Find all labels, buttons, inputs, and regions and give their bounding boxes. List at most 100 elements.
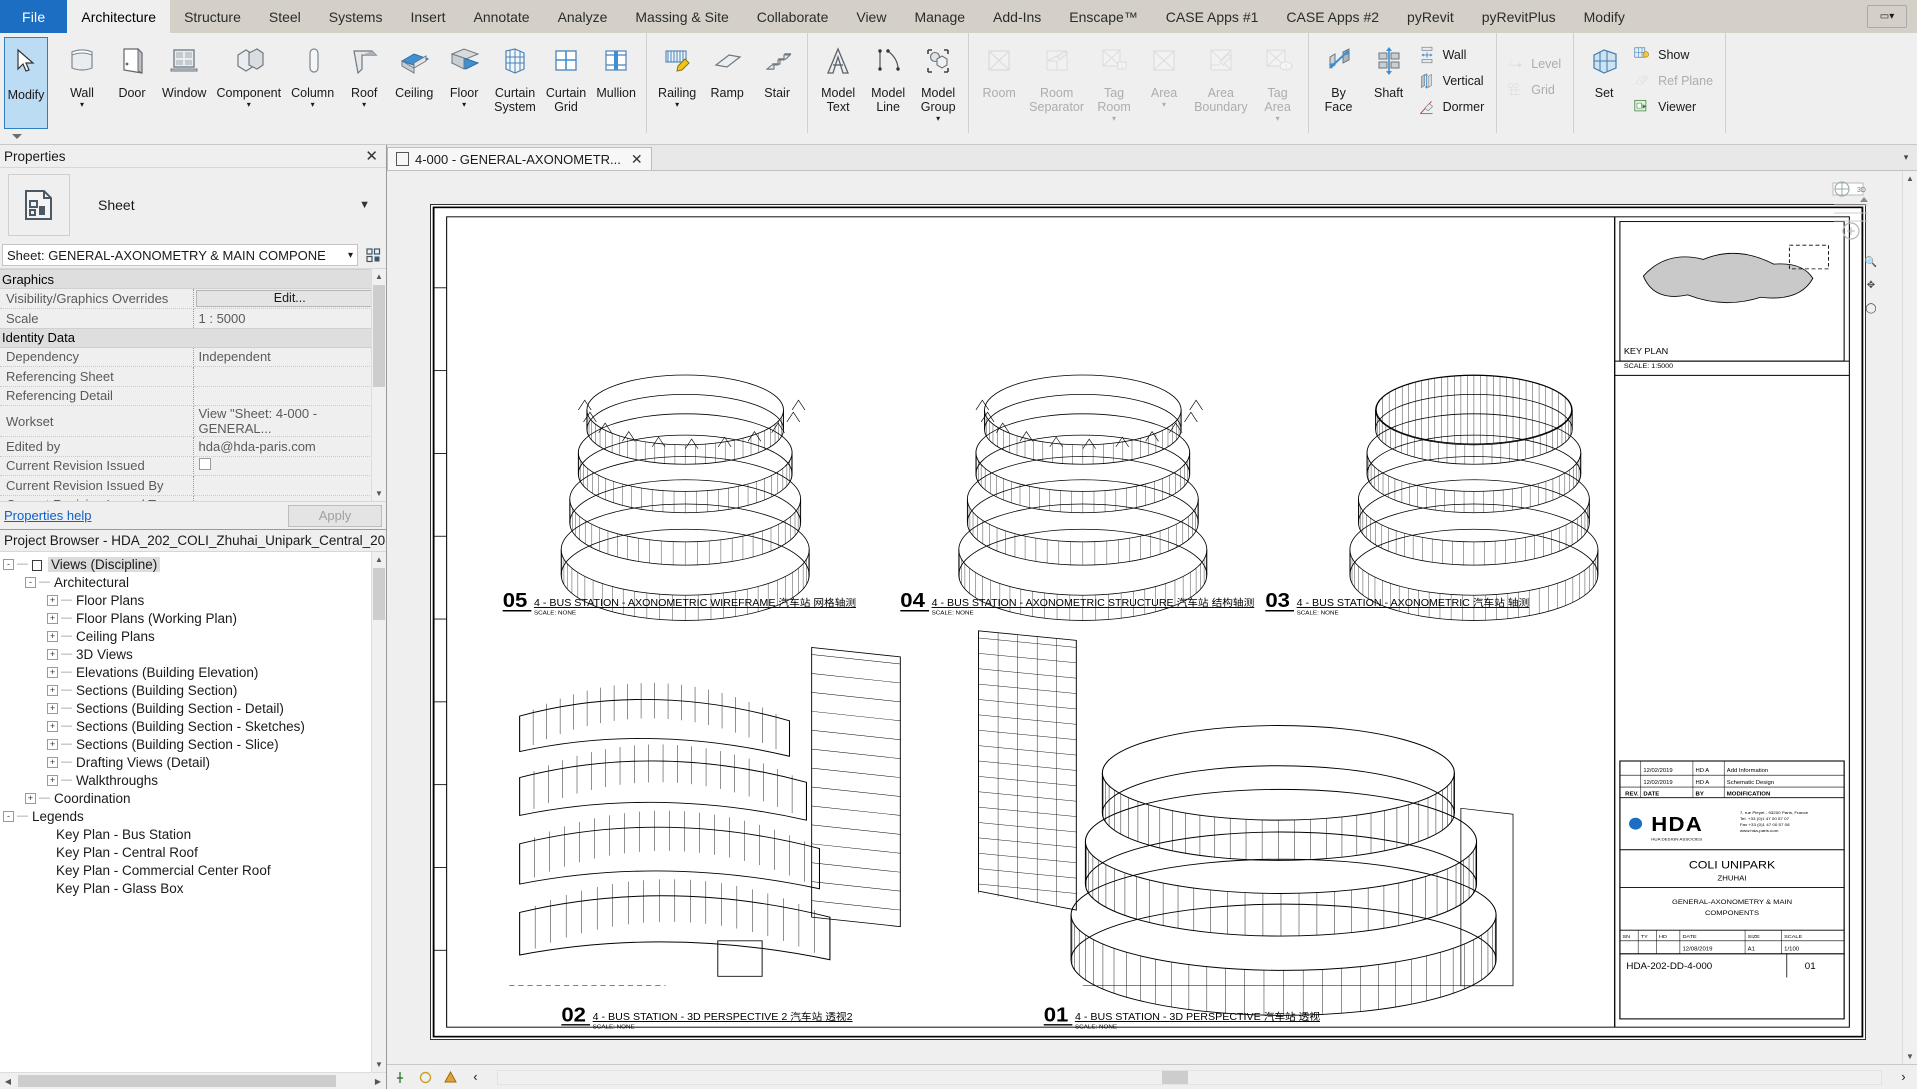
tree-node-elevations-building-elevation[interactable]: +—Elevations (Building Elevation)	[3, 663, 386, 681]
chevron-down-icon[interactable]: ▾	[1112, 115, 1116, 122]
menu-tab-add-ins[interactable]: Add-Ins	[979, 0, 1055, 33]
ribbon-button-ramp[interactable]: Ramp	[702, 37, 752, 100]
menu-tab-enscape[interactable]: Enscape™	[1055, 0, 1151, 33]
ribbon-button-window[interactable]: Window	[157, 37, 211, 100]
properties-row-value[interactable]	[193, 495, 386, 501]
view-tab-sheet-4-000[interactable]: 4-000 - GENERAL-AXONOMETR... ✕	[387, 147, 652, 170]
tree-node-legends[interactable]: -—Legends	[3, 807, 386, 825]
ribbon-collapse-strip[interactable]	[0, 132, 46, 144]
properties-scrollbar[interactable]: ▲ ▼	[371, 269, 386, 501]
canvas-vertical-scrollbar[interactable]: ▲ ▼	[1902, 171, 1917, 1064]
ribbon-button-model-line[interactable]: Model Line	[863, 37, 913, 114]
apply-button[interactable]: Apply	[288, 505, 382, 527]
expand-icon[interactable]: +	[47, 685, 58, 696]
type-selector[interactable]: Sheet: GENERAL-AXONOMETRY & MAIN COMPONE…	[2, 244, 358, 266]
chevron-down-icon[interactable]: ▾	[311, 101, 315, 108]
expand-icon[interactable]: +	[47, 667, 58, 678]
properties-row-value[interactable]	[193, 367, 386, 387]
menu-tab-annotate[interactable]: Annotate	[460, 0, 544, 33]
pb-hscroll-left-icon[interactable]: ◀	[0, 1077, 16, 1086]
ribbon-button-door[interactable]: Door	[107, 37, 157, 100]
tree-node-coordination[interactable]: +—Coordination	[3, 789, 386, 807]
pin-icon[interactable]	[393, 1070, 408, 1085]
pan-tool-icon[interactable]: ✥	[1860, 275, 1882, 295]
tree-node-sections-building-section-slice[interactable]: +—Sections (Building Section - Slice)	[3, 735, 386, 753]
status-right-arrow[interactable]: ›	[1896, 1070, 1911, 1085]
chevron-down-icon[interactable]: ▾	[80, 101, 84, 108]
sheet-canvas[interactable]: 054 - BUS STATION - AXONOMETRIC WIREFRAM…	[387, 171, 1902, 1064]
window-options-button[interactable]: ▭▾	[1867, 5, 1907, 28]
properties-section-header[interactable]: Graphics▲	[0, 270, 386, 289]
properties-scroll-thumb[interactable]	[373, 285, 385, 387]
tree-node-sections-building-section[interactable]: +—Sections (Building Section)	[3, 681, 386, 699]
menu-tab-manage[interactable]: Manage	[900, 0, 979, 33]
chevron-down-icon[interactable]: ▾	[675, 101, 679, 108]
pb-scroll-down-icon[interactable]: ▼	[372, 1057, 386, 1072]
collapse-icon[interactable]: -	[3, 811, 14, 822]
ribbon-button-curtain-system[interactable]: Curtain System	[489, 37, 541, 114]
menu-tab-case-apps-1[interactable]: CASE Apps #1	[1152, 0, 1273, 33]
chevron-down-icon[interactable]: ▾	[936, 115, 940, 122]
pb-hscroll-thumb[interactable]	[18, 1075, 336, 1087]
tree-node-architectural[interactable]: -—Architectural	[3, 573, 386, 591]
properties-collapse-caret[interactable]: ▼	[359, 199, 378, 211]
menu-tab-analyze[interactable]: Analyze	[544, 0, 622, 33]
ribbon-button-wall[interactable]: Wall▾	[57, 37, 107, 108]
file-menu-button[interactable]: File	[0, 0, 67, 33]
ribbon-button-curtain-grid[interactable]: Curtain Grid	[541, 37, 591, 114]
project-browser-scrollbar[interactable]: ▲ ▼	[371, 552, 386, 1072]
expand-icon[interactable]: +	[47, 739, 58, 750]
properties-row-value[interactable]: View "Sheet: 4-000 - GENERAL...	[193, 406, 386, 437]
ribbon-button-mullion[interactable]: Mullion	[591, 37, 641, 100]
ribbon-button-stair[interactable]: Stair	[752, 37, 802, 100]
ribbon-small-button-wall[interactable]: Wall	[1414, 42, 1492, 68]
status-left-arrow[interactable]: ‹	[468, 1070, 483, 1085]
tree-node-ceiling-plans[interactable]: +—Ceiling Plans	[3, 627, 386, 645]
properties-row-value[interactable]: Independent	[193, 347, 386, 367]
expand-icon[interactable]: +	[47, 721, 58, 732]
properties-row-value[interactable]	[193, 456, 386, 476]
ribbon-button-component[interactable]: Component▾	[211, 37, 286, 108]
menu-tab-modify[interactable]: Modify	[1570, 0, 1639, 33]
menu-tab-collaborate[interactable]: Collaborate	[743, 0, 843, 33]
collapse-icon[interactable]: -	[25, 577, 36, 588]
menu-tab-pyrevit[interactable]: pyRevit	[1393, 0, 1468, 33]
menu-tab-architecture[interactable]: Architecture	[67, 0, 170, 33]
tree-node-key-plan-glass-box[interactable]: Key Plan - Glass Box	[3, 879, 386, 897]
zoom-tool-icon[interactable]: 🔍	[1860, 252, 1882, 272]
view-tab-close-icon[interactable]: ✕	[631, 151, 643, 168]
chevron-down-icon[interactable]: ▾	[1276, 115, 1280, 122]
menu-tab-systems[interactable]: Systems	[315, 0, 397, 33]
tree-node-views-discipline[interactable]: -—Views (Discipline)	[3, 555, 386, 573]
properties-row-value[interactable]: Edit...	[193, 289, 386, 309]
tree-node-floor-plans-working-plan[interactable]: +—Floor Plans (Working Plan)	[3, 609, 386, 627]
pb-scroll-thumb[interactable]	[373, 568, 385, 620]
menu-tab-pyrevitplus[interactable]: pyRevitPlus	[1468, 0, 1570, 33]
ribbon-small-button-dormer[interactable]: Dormer	[1414, 94, 1492, 120]
ribbon-button-floor[interactable]: Floor▾	[439, 37, 489, 108]
view-cube[interactable]: 3D	[1824, 179, 1880, 241]
menu-tab-case-apps-2[interactable]: CASE Apps #2	[1272, 0, 1393, 33]
tree-node-drafting-views-detail[interactable]: +—Drafting Views (Detail)	[3, 753, 386, 771]
tree-node-walkthroughs[interactable]: +—Walkthroughs	[3, 771, 386, 789]
expand-icon[interactable]: +	[47, 613, 58, 624]
expand-icon[interactable]: +	[47, 703, 58, 714]
canvas-scroll-up-icon[interactable]: ▲	[1903, 171, 1917, 186]
ribbon-button-by-face[interactable]: By Face	[1314, 37, 1364, 114]
properties-section-header[interactable]: Identity Data▲	[0, 328, 386, 347]
view-tab-overflow-icon[interactable]: ▾	[1895, 145, 1917, 170]
expand-icon[interactable]: +	[47, 595, 58, 606]
edit-type-button[interactable]	[362, 244, 384, 266]
menu-tab-view[interactable]: View	[842, 0, 900, 33]
chevron-down-icon[interactable]: ▾	[462, 101, 466, 108]
pb-scroll-up-icon[interactable]: ▲	[372, 552, 386, 567]
menu-tab-insert[interactable]: Insert	[396, 0, 459, 33]
chevron-down-icon[interactable]: ▾	[1162, 101, 1166, 108]
properties-help-link[interactable]: Properties help	[4, 508, 91, 523]
menu-tab-steel[interactable]: Steel	[255, 0, 315, 33]
checkbox[interactable]	[199, 458, 211, 470]
properties-row-value[interactable]	[193, 476, 386, 496]
warning-icon[interactable]	[443, 1070, 458, 1085]
tree-node-sections-building-section-sketches[interactable]: +—Sections (Building Section - Sketches)	[3, 717, 386, 735]
tree-node-key-plan-commercial-center-roof[interactable]: Key Plan - Commercial Center Roof	[3, 861, 386, 879]
